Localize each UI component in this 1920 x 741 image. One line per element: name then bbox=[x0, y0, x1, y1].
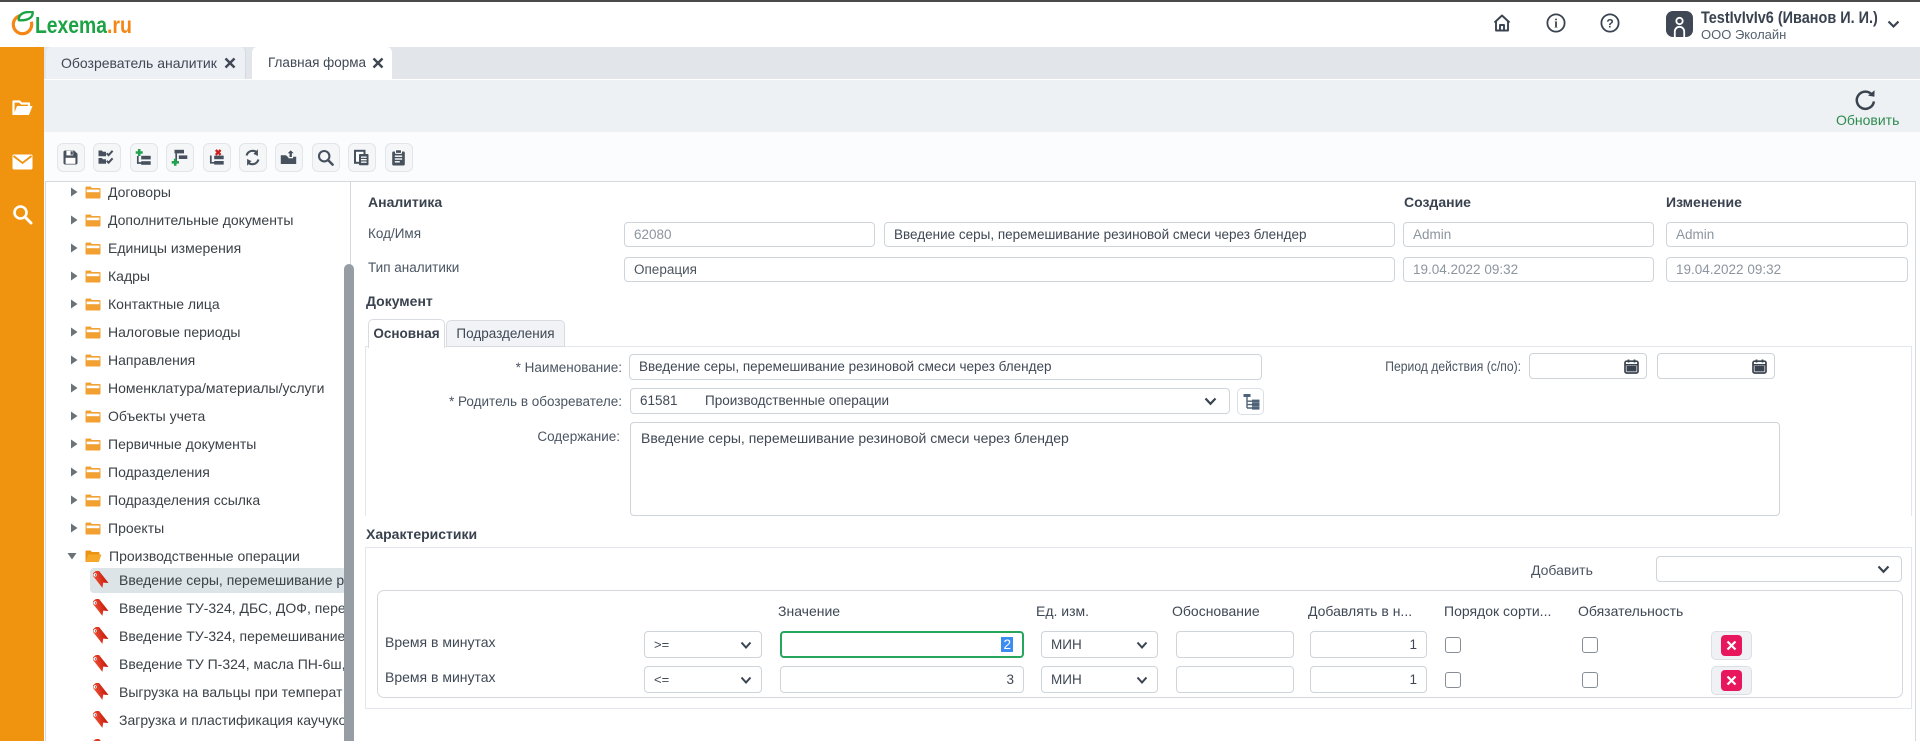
svg-text:?: ? bbox=[1606, 17, 1613, 31]
svg-text:.ru: .ru bbox=[107, 12, 132, 38]
svg-text:Lexema: Lexema bbox=[35, 12, 107, 38]
svg-text:i: i bbox=[1554, 17, 1558, 31]
